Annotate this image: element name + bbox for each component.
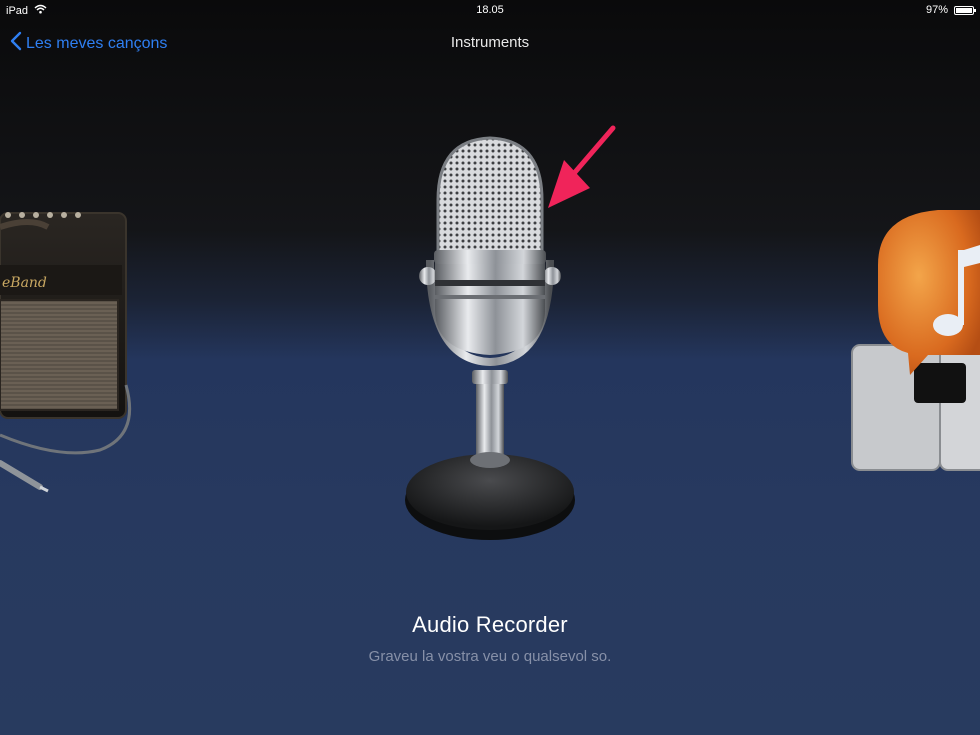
instrument-description: Graveu la vostra veu o qualsevol so. bbox=[368, 648, 612, 665]
instrument-caption: Audio Recorder Graveu la vostra veu o qu… bbox=[0, 612, 980, 665]
keyboard-instrument[interactable] bbox=[848, 205, 980, 475]
arrow-icon bbox=[540, 120, 620, 215]
page-title: Instruments bbox=[450, 34, 530, 51]
status-right: 97% bbox=[925, 4, 976, 16]
status-time: 18.05 bbox=[476, 4, 504, 16]
nav-bar: Les meves cançons Instruments bbox=[0, 26, 980, 58]
battery-percent: 97% bbox=[925, 4, 948, 16]
amp-instrument[interactable]: eBand bbox=[0, 205, 150, 495]
battery-icon bbox=[954, 5, 976, 15]
status-bar: iPad 18.05 97% bbox=[0, 0, 980, 22]
amp-brand-text: eBand bbox=[2, 275, 47, 291]
instrument-name: Audio Recorder bbox=[412, 612, 568, 637]
